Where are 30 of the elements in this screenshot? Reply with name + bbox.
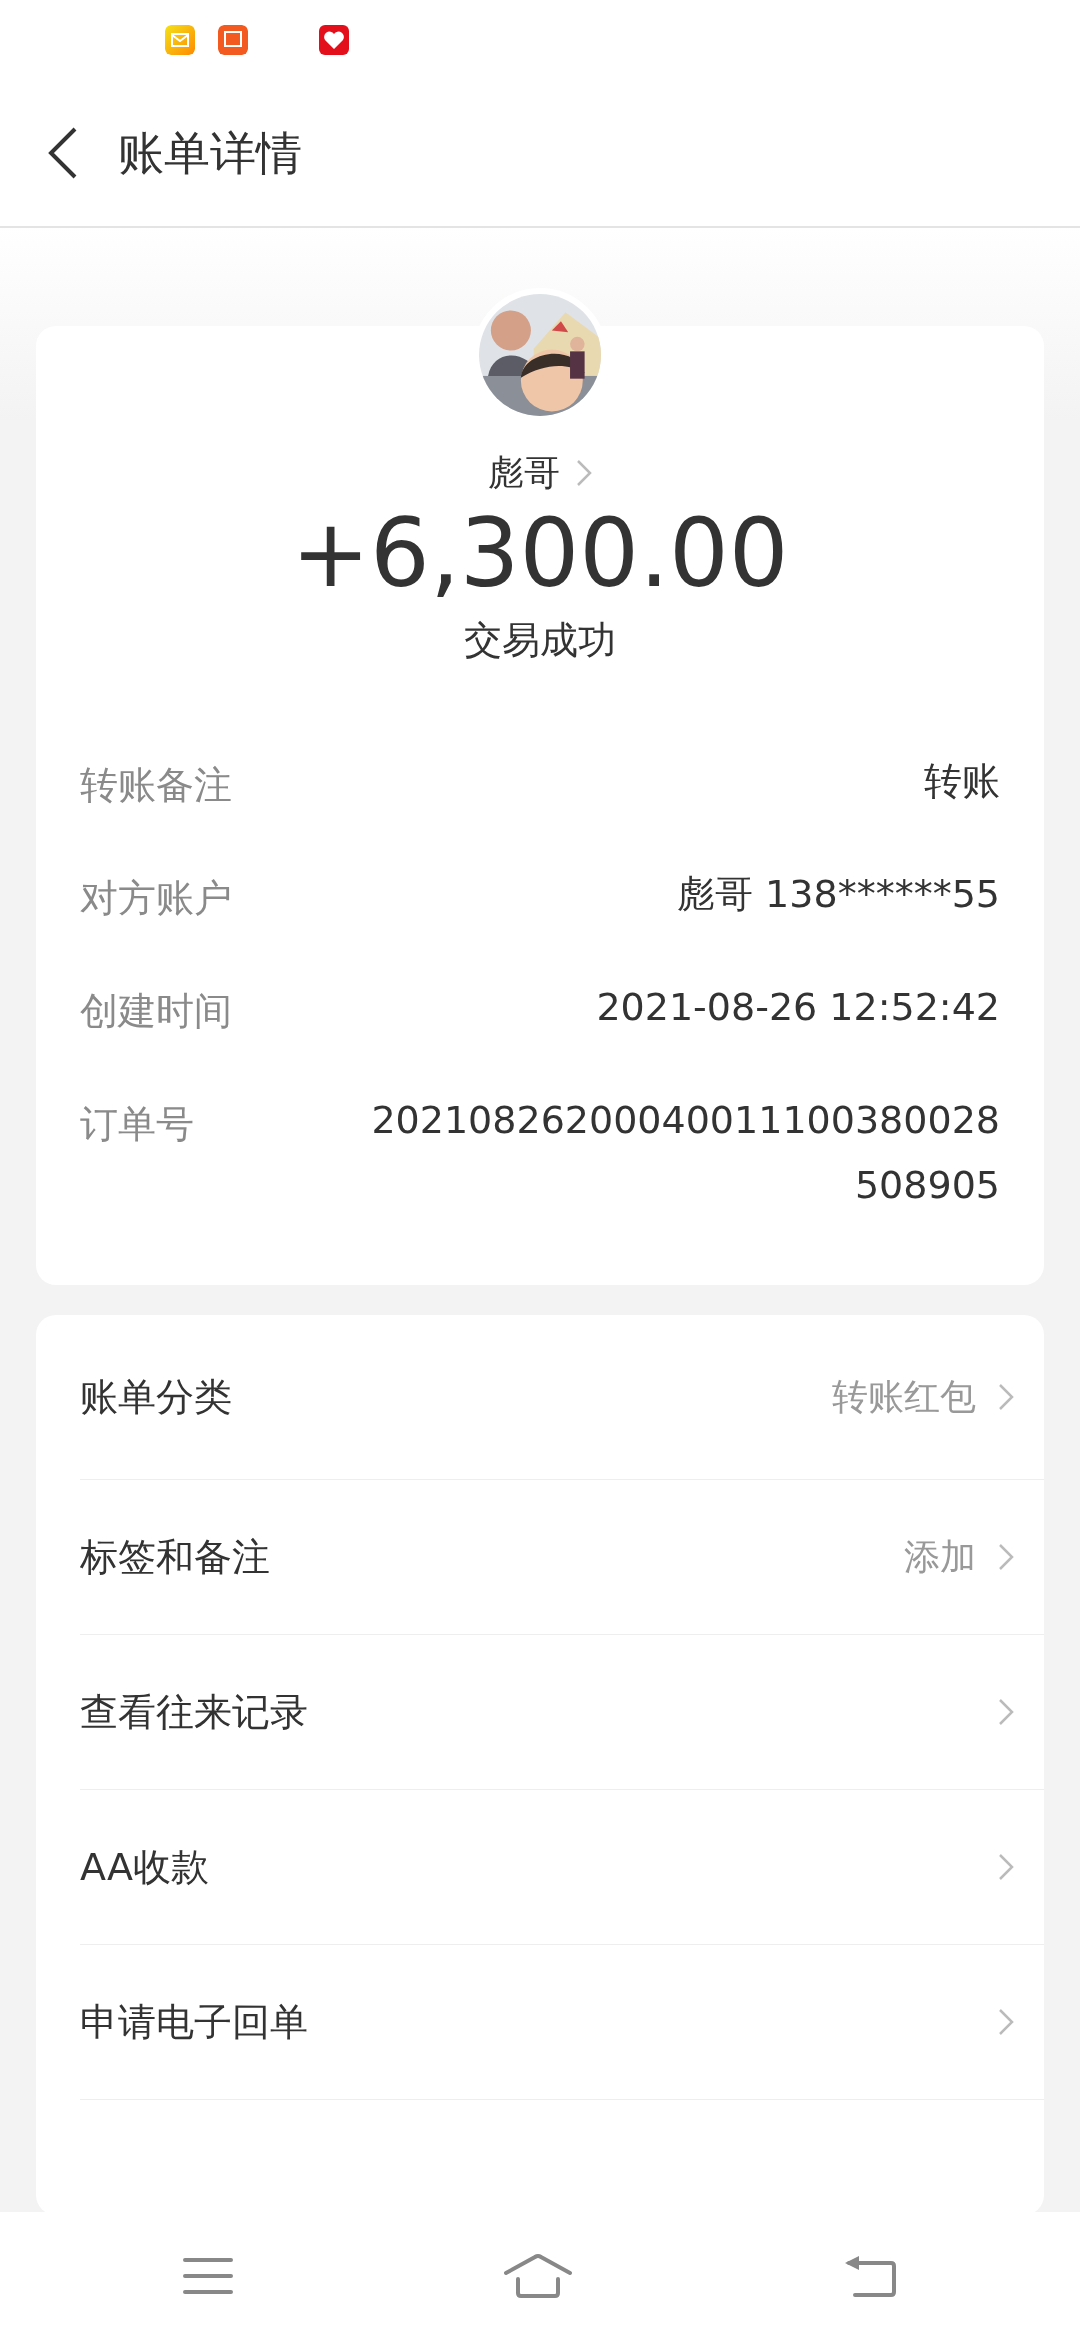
back-nav-icon[interactable] [843,2253,897,2299]
detail-value: 彪哥 138******55 [677,871,1000,919]
chevron-right-icon [998,1698,1014,1727]
chevron-right-icon [998,1383,1014,1412]
detail-value: 转账 [924,758,1000,806]
chevron-right-icon [998,2008,1014,2037]
list-row[interactable]: 申请电子回单 [80,1945,1044,2101]
detail-label: 订单号 [80,1101,194,1149]
page-title: 账单详情 [118,124,302,182]
list-row[interactable]: 标签和备注 添加 [80,1480,1044,1636]
detail-value: 2021-08-26 12:52:42 [596,984,1000,1032]
mail-app-icon [165,25,195,55]
back-icon[interactable] [48,127,78,179]
list-row[interactable]: AA收款 [80,1790,1044,1946]
chevron-right-icon [998,1543,1014,1572]
payer-name[interactable]: 彪哥 [488,446,560,500]
status-text: 交易成功 [464,617,616,665]
detail-label: 转账备注 [80,762,232,810]
detail-label: 对方账户 [80,875,232,923]
detail-value: 20210826200040011100380028508905 [370,1097,1000,1209]
bank-app-icon [218,25,248,55]
list-row[interactable]: 账单分类 转账红包 [80,1315,1044,1481]
detail-label: 创建时间 [80,988,232,1036]
menu-icon[interactable] [183,2256,233,2296]
chevron-right-icon[interactable] [576,459,592,487]
amount: +6,300.00 [291,500,789,609]
chevron-right-icon [998,1853,1014,1882]
home-icon[interactable] [503,2253,573,2299]
heart-app-icon [319,25,349,55]
list-row[interactable]: 查看往来记录 [80,1635,1044,1791]
